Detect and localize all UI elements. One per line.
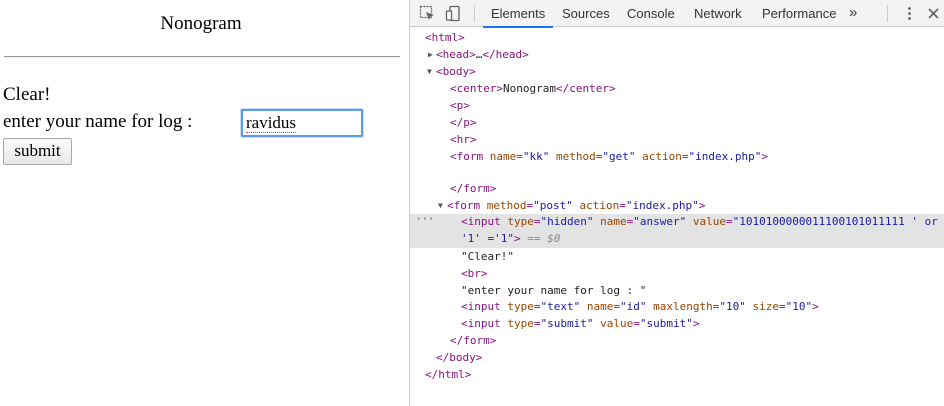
tab-sources[interactable]: Sources (562, 0, 610, 27)
dom-node[interactable]: "Clear!" (410, 249, 944, 266)
dom-node[interactable]: <hr> (410, 132, 944, 149)
kebab-menu-icon[interactable] (901, 5, 918, 22)
dom-node[interactable]: "enter your name for log : " (410, 283, 944, 300)
dom-node[interactable]: <html> (410, 30, 944, 47)
clear-message: Clear! (3, 84, 51, 105)
dom-node[interactable]: </body> (410, 350, 944, 367)
horizontal-rule (4, 56, 400, 58)
elements-dom-tree: <html> ▶ <head>…</head> ▼ <body> <center>N… (410, 28, 944, 406)
selected-dom-node[interactable]: ··· <input type="hidden" name="answer" v… (410, 211, 944, 248)
dom-node[interactable]: <input type="text" name="id" maxlength="… (410, 299, 944, 316)
dom-node[interactable]: ▼ <form method="post" action="index.php"> (410, 198, 944, 215)
inspect-element-icon[interactable] (419, 5, 436, 22)
name-input-value: ravidus (246, 113, 297, 133)
close-icon[interactable] (925, 5, 942, 22)
devtools-panel: Elements Sources Console Network Perform… (409, 0, 944, 406)
dom-node[interactable]: <br> (410, 266, 944, 283)
collapse-arrow-icon[interactable]: ▼ (427, 64, 432, 81)
dom-node[interactable]: </form> (410, 181, 944, 198)
dom-node[interactable]: ▶ <head>…</head> (410, 47, 944, 64)
dom-node[interactable]: <form name="kk" method="get" action="ind… (410, 149, 944, 166)
collapse-arrow-icon[interactable]: ▼ (438, 198, 443, 215)
toolbar-separator (887, 5, 888, 22)
dom-node[interactable]: <p> (410, 98, 944, 115)
tab-elements[interactable]: Elements (482, 0, 554, 28)
dom-node[interactable]: <center>Nonogram</center> (410, 81, 944, 98)
device-toolbar-icon[interactable] (445, 5, 462, 22)
dom-node[interactable]: <input type="submit" value="submit"> (410, 316, 944, 333)
name-input[interactable]: ravidus (240, 108, 364, 138)
devtools-toolbar: Elements Sources Console Network Perform… (410, 0, 944, 28)
tab-console[interactable]: Console (627, 0, 675, 27)
toolbar-separator (474, 5, 475, 22)
node-actions-ellipsis-icon[interactable]: ··· (415, 211, 435, 228)
page-title: Nonogram (160, 13, 242, 34)
more-tabs-chevron-icon[interactable]: » (849, 4, 858, 21)
dom-node[interactable]: ▼ <body> (410, 64, 944, 81)
page-viewport: Nonogram Clear! enter your name for log … (0, 0, 409, 406)
dom-node[interactable]: </html> (410, 367, 944, 384)
submit-button[interactable]: submit (3, 138, 72, 165)
dom-node[interactable]: </p> (410, 115, 944, 132)
dom-node[interactable]: </form> (410, 333, 944, 350)
tab-network[interactable]: Network (694, 0, 742, 27)
expand-arrow-icon[interactable]: ▶ (428, 47, 433, 64)
name-prompt-label: enter your name for log : (3, 111, 198, 132)
tab-performance[interactable]: Performance (762, 0, 836, 27)
